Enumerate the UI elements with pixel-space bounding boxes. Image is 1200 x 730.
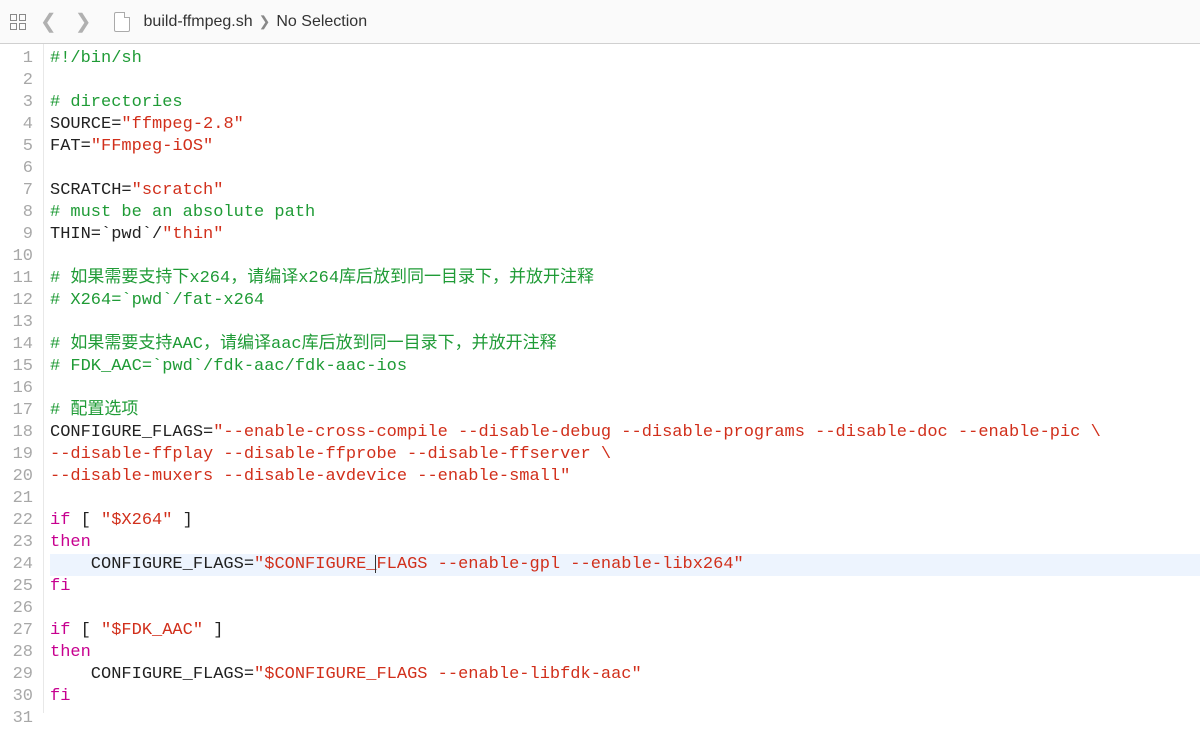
code-line[interactable]: SOURCE="ffmpeg-2.8" (50, 114, 1200, 136)
line-number: 15 (0, 356, 43, 378)
back-button[interactable]: ❮ (34, 9, 63, 34)
code-line[interactable]: #!/bin/sh (50, 48, 1200, 70)
line-number: 20 (0, 466, 43, 488)
toolbar: ❮ ❯ build-ffmpeg.sh ❯ No Selection (0, 0, 1200, 44)
code-line[interactable]: fi (50, 576, 1200, 598)
code-line[interactable] (50, 488, 1200, 510)
breadcrumb-selection[interactable]: No Selection (276, 13, 367, 31)
code-line[interactable]: SCRATCH="scratch" (50, 180, 1200, 202)
chevron-right-icon: ❯ (259, 13, 271, 30)
line-number: 12 (0, 290, 43, 312)
code-line[interactable] (50, 312, 1200, 334)
line-number: 8 (0, 202, 43, 224)
line-number-gutter: 1234567891011121314151617181920212223242… (0, 44, 44, 713)
line-number: 22 (0, 510, 43, 532)
code-line[interactable]: if [ "$X264" ] (50, 510, 1200, 532)
line-number: 31 (0, 708, 43, 730)
code-line[interactable] (50, 598, 1200, 620)
line-number: 7 (0, 180, 43, 202)
line-number: 1 (0, 48, 43, 70)
line-number: 6 (0, 158, 43, 180)
code-line[interactable]: fi (50, 686, 1200, 708)
line-number: 17 (0, 400, 43, 422)
code-line[interactable] (50, 246, 1200, 268)
code-line[interactable]: THIN=`pwd`/"thin" (50, 224, 1200, 246)
line-number: 23 (0, 532, 43, 554)
line-number: 14 (0, 334, 43, 356)
line-number: 29 (0, 664, 43, 686)
breadcrumb[interactable]: build-ffmpeg.sh ❯ No Selection (144, 13, 368, 31)
line-number: 28 (0, 642, 43, 664)
line-number: 27 (0, 620, 43, 642)
code-line[interactable]: # X264=`pwd`/fat-x264 (50, 290, 1200, 312)
related-items-icon[interactable] (8, 12, 28, 32)
line-number: 5 (0, 136, 43, 158)
code-line[interactable]: --disable-ffplay --disable-ffprobe --dis… (50, 444, 1200, 466)
code-line[interactable] (50, 158, 1200, 180)
breadcrumb-filename[interactable]: build-ffmpeg.sh (144, 13, 253, 31)
line-number: 2 (0, 70, 43, 92)
line-number: 10 (0, 246, 43, 268)
code-line[interactable] (50, 70, 1200, 92)
code-area[interactable]: #!/bin/sh # directoriesSOURCE="ffmpeg-2.… (44, 44, 1200, 713)
editor[interactable]: 1234567891011121314151617181920212223242… (0, 44, 1200, 713)
code-line[interactable]: # 配置选项 (50, 400, 1200, 422)
line-number: 30 (0, 686, 43, 708)
code-line[interactable]: # must be an absolute path (50, 202, 1200, 224)
line-number: 11 (0, 268, 43, 290)
code-line[interactable]: # directories (50, 92, 1200, 114)
line-number: 24 (0, 554, 43, 576)
code-line[interactable]: # 如果需要支持AAC，请编译aac库后放到同一目录下，并放开注释 (50, 334, 1200, 356)
code-line[interactable]: if [ "$FDK_AAC" ] (50, 620, 1200, 642)
code-line[interactable]: CONFIGURE_FLAGS="--enable-cross-compile … (50, 422, 1200, 444)
code-line[interactable]: CONFIGURE_FLAGS="$CONFIGURE_FLAGS --enab… (50, 664, 1200, 686)
line-number: 9 (0, 224, 43, 246)
file-icon (114, 12, 130, 32)
line-number: 18 (0, 422, 43, 444)
forward-button[interactable]: ❯ (69, 9, 98, 34)
code-line[interactable]: CONFIGURE_FLAGS="$CONFIGURE_FLAGS --enab… (50, 554, 1200, 576)
line-number: 16 (0, 378, 43, 400)
line-number: 25 (0, 576, 43, 598)
code-line[interactable]: FAT="FFmpeg-iOS" (50, 136, 1200, 158)
code-line[interactable]: # 如果需要支持下x264，请编译x264库后放到同一目录下，并放开注释 (50, 268, 1200, 290)
code-line[interactable] (50, 708, 1200, 713)
code-line[interactable]: # FDK_AAC=`pwd`/fdk-aac/fdk-aac-ios (50, 356, 1200, 378)
line-number: 4 (0, 114, 43, 136)
line-number: 3 (0, 92, 43, 114)
code-line[interactable] (50, 378, 1200, 400)
code-line[interactable]: then (50, 642, 1200, 664)
code-line[interactable]: --disable-muxers --disable-avdevice --en… (50, 466, 1200, 488)
line-number: 19 (0, 444, 43, 466)
line-number: 13 (0, 312, 43, 334)
code-line[interactable]: then (50, 532, 1200, 554)
line-number: 26 (0, 598, 43, 620)
line-number: 21 (0, 488, 43, 510)
